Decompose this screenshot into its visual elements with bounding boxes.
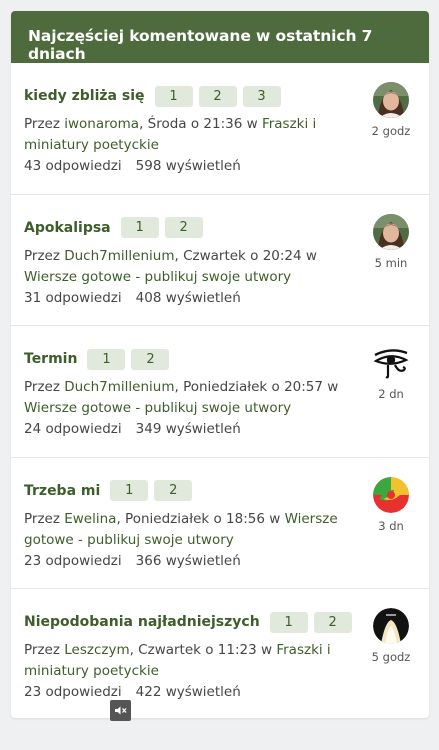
- by-label: Przez: [24, 116, 65, 132]
- page-2-button[interactable]: 2: [198, 85, 237, 107]
- last-post-time: 5 godz: [371, 650, 411, 664]
- page-1-button[interactable]: 1: [120, 217, 159, 238]
- post-time: , Środa o 21:36 w: [139, 116, 262, 132]
- topic-item: Niepodobania najładniejszych 1 2 Przez L…: [11, 589, 429, 718]
- by-label: Przez: [24, 379, 65, 395]
- forum-link[interactable]: Wiersze gotowe - publikuj swoje utwory: [24, 269, 291, 285]
- replies-count: 23 odpowiedzi: [24, 684, 122, 700]
- last-post-time: 2 godz: [371, 124, 411, 138]
- replies-count: 23 odpowiedzi: [24, 552, 122, 569]
- last-post-info: 5 min: [366, 213, 416, 270]
- topic-meta: Przez Duch7millenium, Poniedziałek o 20:…: [24, 377, 342, 419]
- topic-item: Apokalipsa 1 2 Przez Duch7millenium, Czw…: [11, 195, 429, 326]
- last-post-time: 5 min: [374, 255, 408, 270]
- post-time: , Poniedziałek o 18:56 w: [116, 510, 285, 527]
- by-label: Przez: [24, 642, 65, 658]
- views-count: 422 wyświetleń: [135, 684, 241, 700]
- views-count: 349 wyświetleń: [135, 421, 241, 437]
- topic-meta: Przez Leszczym, Czwartek o 11:23 w Frasz…: [24, 640, 342, 682]
- topic-meta: Przez Duch7millenium, Czwartek o 20:24 w…: [24, 246, 342, 288]
- page-1-button[interactable]: 1: [154, 85, 193, 107]
- topic-title-link[interactable]: Niepodobania najładniejszych: [24, 614, 260, 630]
- topic-title-link[interactable]: Apokalipsa: [24, 220, 111, 236]
- replies-count: 43 odpowiedzi: [24, 158, 122, 174]
- widget-title: Najczęściej komentowane w ostatnich 7 dn…: [11, 11, 429, 63]
- topic-stats: 43 odpowiedzi 598 wyświetleń: [24, 156, 429, 177]
- last-post-info: 2 dn: [366, 345, 416, 401]
- topic-stats: 23 odpowiedzi 366 wyświetleń: [24, 551, 429, 572]
- author-link[interactable]: Duch7millenium: [64, 379, 174, 395]
- views-count: 408 wyświetleń: [135, 289, 241, 306]
- replies-count: 31 odpowiedzi: [24, 289, 122, 306]
- woman-photo-avatar-icon[interactable]: [373, 213, 409, 250]
- topic-title-link[interactable]: Trzeba mi: [24, 483, 100, 499]
- by-label: Przez: [24, 247, 65, 264]
- speaker-mute-icon[interactable]: [110, 700, 131, 721]
- post-time: , Czwartek o 20:24 w: [174, 247, 317, 264]
- eye-of-horus-avatar-icon[interactable]: [373, 345, 409, 381]
- last-post-info: 3 dn: [366, 476, 416, 533]
- last-post-info: 2 godz: [366, 82, 416, 138]
- last-post-info: 5 godz: [366, 608, 416, 664]
- author-link[interactable]: iwonaroma: [64, 116, 139, 132]
- page-2-button[interactable]: 2: [131, 348, 170, 370]
- page-1-button[interactable]: 1: [269, 611, 308, 633]
- page-1-button[interactable]: 1: [110, 480, 149, 501]
- topic-stats: 24 odpowiedzi 349 wyświetleń: [24, 419, 429, 440]
- colorful-swirl-avatar-icon[interactable]: [373, 476, 409, 513]
- topic-meta: Przez Ewelina, Poniedziałek o 18:56 w Wi…: [24, 509, 342, 551]
- author-link[interactable]: Duch7millenium: [64, 248, 174, 264]
- page-3-button[interactable]: 3: [242, 85, 281, 107]
- by-label: Przez: [24, 510, 65, 527]
- most-commented-widget: Najczęściej komentowane w ostatnich 7 dn…: [11, 11, 429, 718]
- views-count: 366 wyświetleń: [135, 552, 241, 569]
- topic-meta: Przez iwonaroma, Środa o 21:36 w Fraszki…: [24, 114, 342, 156]
- page-2-button[interactable]: 2: [154, 480, 193, 501]
- topic-title-link[interactable]: Termin: [24, 351, 77, 367]
- last-post-time: 2 dn: [378, 387, 404, 401]
- topic-item: Termin 1 2 Przez Duch7millenium, Poniedz…: [11, 326, 429, 458]
- page-2-button[interactable]: 2: [164, 217, 203, 238]
- forum-link[interactable]: Wiersze gotowe - publikuj swoje utwory: [24, 400, 291, 416]
- dark-light-avatar-icon[interactable]: [373, 608, 409, 644]
- views-count: 598 wyświetleń: [135, 158, 241, 174]
- topic-item: kiedy zbliża się 1 2 3 Przez iwonaroma, …: [11, 63, 429, 195]
- post-time: , Czwartek o 11:23 w: [129, 642, 277, 658]
- topic-title-link[interactable]: kiedy zbliża się: [24, 88, 145, 104]
- post-time: , Poniedziałek o 20:57 w: [174, 379, 339, 395]
- topic-stats: 31 odpowiedzi 408 wyświetleń: [24, 288, 429, 309]
- last-post-time: 3 dn: [378, 518, 404, 533]
- woman-photo-avatar-icon[interactable]: [373, 82, 409, 118]
- page-2-button[interactable]: 2: [313, 611, 352, 633]
- author-link[interactable]: Ewelina: [64, 511, 116, 527]
- author-link[interactable]: Leszczym: [64, 642, 129, 658]
- topic-item: Trzeba mi 1 2 Przez Ewelina, Poniedziałe…: [11, 458, 429, 589]
- topic-stats: 23 odpowiedzi 422 wyświetleń: [24, 682, 429, 703]
- replies-count: 24 odpowiedzi: [24, 421, 122, 437]
- page-1-button[interactable]: 1: [87, 348, 126, 370]
